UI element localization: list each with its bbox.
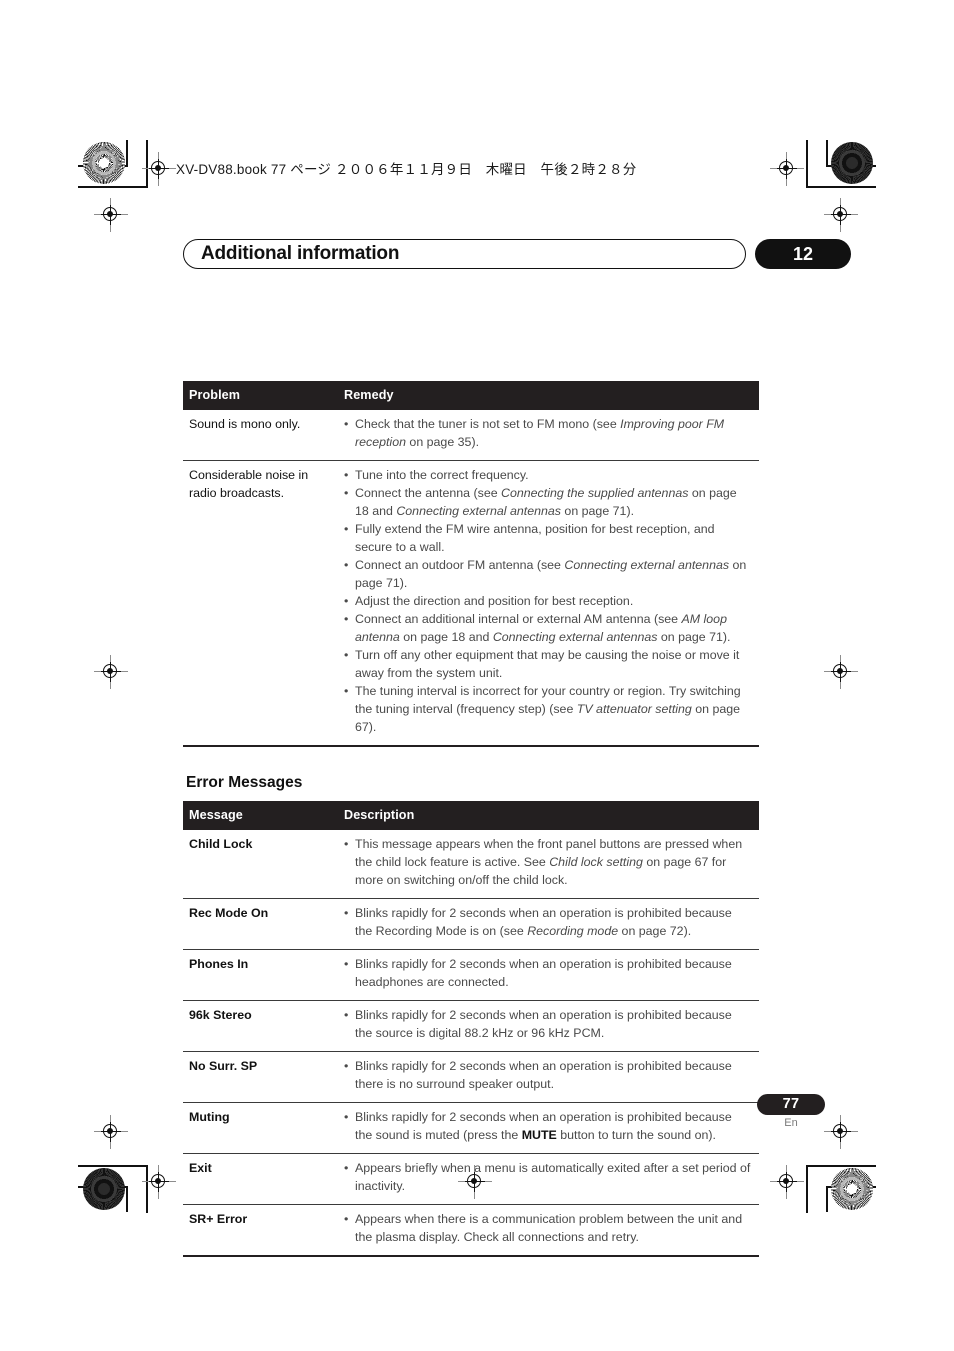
crop-line-tl-v1 <box>126 140 128 166</box>
page-language-code: En <box>784 1117 798 1129</box>
crop-line-tr-h2 <box>806 186 876 188</box>
cell-message: 96k Stereo <box>183 1000 338 1052</box>
registration-rosette-top-right <box>831 142 873 184</box>
troubleshooting-table: Problem Remedy Sound is mono only. Check … <box>183 381 759 747</box>
table-row: 96k StereoBlinks rapidly for 2 seconds w… <box>183 1000 759 1052</box>
registration-target-left-lower <box>94 1115 128 1149</box>
column-header-message: Message <box>183 800 338 831</box>
cell-message: Exit <box>183 1153 338 1205</box>
cell-description: Blinks rapidly for 2 seconds when an ope… <box>338 1051 759 1103</box>
page-footer: 77 En <box>757 1094 825 1129</box>
cell-description: Appears when there is a communication pr… <box>338 1203 759 1256</box>
table-row: Phones InBlinks rapidly for 2 seconds wh… <box>183 949 759 1001</box>
crop-line-tr-v1 <box>826 140 828 166</box>
cell-message: Rec Mode On <box>183 898 338 950</box>
crop-line-bl-v1 <box>126 1186 128 1212</box>
table-row: SR+ ErrorAppears when there is a communi… <box>183 1203 759 1256</box>
cell-message: SR+ Error <box>183 1203 338 1256</box>
cell-message: Muting <box>183 1102 338 1154</box>
error-messages-table-body: Child Lock This message appears when the … <box>183 830 759 1256</box>
table-row: Child Lock This message appears when the … <box>183 830 759 898</box>
cell-description: Blinks rapidly for 2 seconds when an ope… <box>338 1000 759 1052</box>
crop-line-tl-h2 <box>78 186 148 188</box>
cell-message: Child Lock <box>189 837 253 852</box>
table-row: Sound is mono only. Check that the tuner … <box>183 410 759 460</box>
cell-problem: Sound is mono only. <box>189 417 301 432</box>
chapter-header: Additional information 12 <box>183 238 851 270</box>
table-header-row: Message Description <box>183 800 759 831</box>
registration-rosette-top-left <box>83 142 125 184</box>
registration-rosette-bottom-left <box>83 1168 125 1210</box>
troubleshooting-table-body: Sound is mono only. Check that the tuner … <box>183 410 759 746</box>
table-row: Rec Mode OnBlinks rapidly for 2 seconds … <box>183 898 759 950</box>
section-heading-error-messages: Error Messages <box>186 773 303 791</box>
column-header-description: Description <box>338 800 759 831</box>
column-header-remedy: Remedy <box>338 381 759 411</box>
cell-description: Blinks rapidly for 2 seconds when an ope… <box>338 949 759 1001</box>
cell-description: Appears briefly when a menu is automatic… <box>338 1153 759 1205</box>
registration-target-top-left-inner <box>142 152 176 186</box>
table-row: Considerable noise in radio broadcasts.T… <box>183 460 759 746</box>
cell-remedy: Tune into the correct frequency.Connect … <box>338 460 759 746</box>
cell-problem: Considerable noise in radio broadcasts. <box>183 460 338 746</box>
page-content: Additional information 12 Problem Remedy… <box>183 238 851 1257</box>
error-messages-table: Message Description Child Lock This messa… <box>183 800 759 1257</box>
cell-message: Phones In <box>183 949 338 1001</box>
registration-target-right-upper <box>824 198 858 232</box>
registration-target-top-right-inner <box>770 152 804 186</box>
cell-description: Blinks rapidly for 2 seconds when an ope… <box>338 1102 759 1154</box>
chapter-title-pill: Additional information <box>183 239 746 269</box>
registration-target-left-upper <box>94 198 128 232</box>
crop-line-bl-h2 <box>78 1165 148 1167</box>
print-file-header: XV-DV88.book 77 ページ ２００６年１１月９日 木曜日 午後２時２… <box>176 162 637 177</box>
page-title: Additional information <box>201 243 400 264</box>
table-row: No Surr. SPBlinks rapidly for 2 seconds … <box>183 1051 759 1103</box>
table-row: MutingBlinks rapidly for 2 seconds when … <box>183 1102 759 1154</box>
column-header-problem: Problem <box>183 381 338 411</box>
cell-remedy: Check that the tuner is not set to FM mo… <box>338 410 759 460</box>
registration-target-left-middle <box>94 655 128 689</box>
crop-line-tr-v2 <box>806 140 808 188</box>
registration-target-bottom-left-inner <box>142 1165 176 1199</box>
table-row: ExitAppears briefly when a menu is autom… <box>183 1153 759 1205</box>
cell-description: Blinks rapidly for 2 seconds when an ope… <box>338 898 759 950</box>
chapter-number-badge: 12 <box>755 239 851 269</box>
page-number-badge: 77 <box>757 1094 825 1115</box>
table-header-row: Problem Remedy <box>183 381 759 411</box>
cell-message: No Surr. SP <box>183 1051 338 1103</box>
cell-description: This message appears when the front pane… <box>338 830 759 898</box>
